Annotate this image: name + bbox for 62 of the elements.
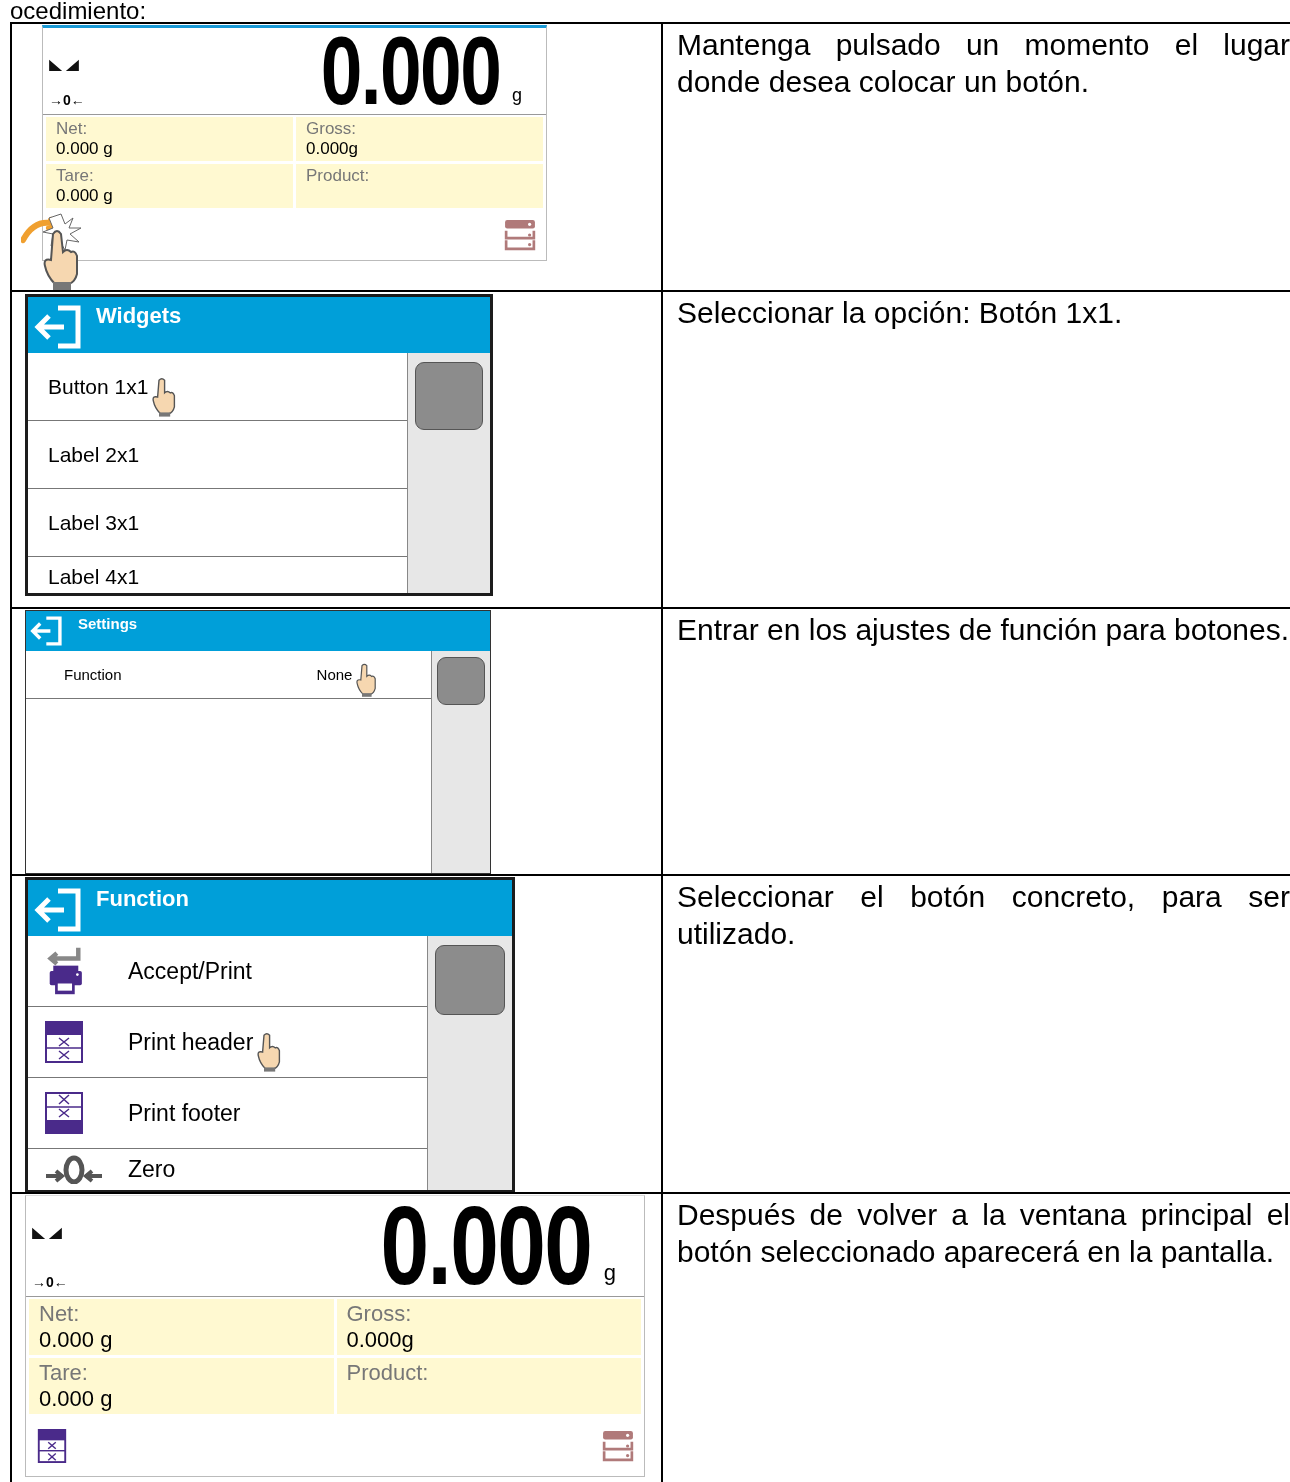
menu-item[interactable]: Zero bbox=[28, 1149, 427, 1189]
back-icon[interactable] bbox=[30, 616, 64, 646]
instruction-text: Seleccionar la opción: Botón 1x1. bbox=[677, 295, 1124, 331]
field-value: 0.000g bbox=[306, 139, 359, 159]
menu-item[interactable]: Label 4x1 bbox=[28, 557, 407, 593]
item-label: Label 3x1 bbox=[48, 510, 140, 535]
field-value: 0.000g bbox=[346, 1327, 415, 1353]
stability-icon bbox=[49, 58, 79, 71]
menu-item[interactable]: Accept/Print bbox=[28, 936, 427, 1007]
heading-fragment: ocedimiento: bbox=[9, 0, 148, 22]
menu-item[interactable]: Print header bbox=[28, 1007, 427, 1078]
back-icon[interactable] bbox=[34, 888, 84, 932]
weight-reading: 0.000 bbox=[320, 28, 500, 114]
storage-icon[interactable] bbox=[504, 218, 536, 252]
field-label: Product: bbox=[346, 1360, 430, 1386]
menu-title: Settings bbox=[78, 614, 138, 632]
weight-reading: 0.000 bbox=[380, 1196, 592, 1296]
scrollbar[interactable] bbox=[431, 651, 490, 873]
menu-item[interactable]: Function None bbox=[26, 651, 431, 699]
field-label: Gross: bbox=[306, 119, 358, 139]
field-label: Net: bbox=[56, 119, 89, 139]
field-value: 0.000 g bbox=[56, 186, 114, 206]
scroll-thumb[interactable] bbox=[435, 945, 505, 1015]
item-label: Print footer bbox=[128, 1099, 241, 1127]
scroll-thumb[interactable] bbox=[437, 657, 485, 705]
field-value: 0.000 g bbox=[39, 1386, 114, 1412]
field-value: 0.000 g bbox=[39, 1327, 114, 1353]
scrollbar[interactable] bbox=[407, 353, 490, 593]
menu-title: Function bbox=[96, 885, 189, 912]
item-label: Label 2x1 bbox=[48, 442, 140, 467]
field-label: Tare: bbox=[56, 166, 95, 186]
zero-icon bbox=[44, 1154, 104, 1184]
item-label: Button 1x1 bbox=[48, 374, 149, 399]
item-label: Accept/Print bbox=[128, 957, 252, 985]
storage-icon[interactable] bbox=[602, 1429, 634, 1463]
item-label: Label 4x1 bbox=[48, 565, 140, 589]
field-label: Gross: bbox=[346, 1301, 413, 1327]
printer-icon bbox=[44, 946, 84, 996]
scroll-thumb[interactable] bbox=[415, 362, 483, 430]
unit-label: g bbox=[511, 85, 523, 107]
instruction-text: Después de volver a la ventana principal el botón seleccionado aparecerá en la pantalla. bbox=[677, 1197, 1290, 1270]
menu-title: Widgets bbox=[96, 302, 182, 329]
item-label: Zero bbox=[128, 1155, 176, 1183]
zero-indicator: →0← bbox=[49, 92, 85, 108]
instruction-text: Entrar en los ajustes de función para botones. bbox=[677, 612, 1290, 648]
print-header-icon[interactable] bbox=[36, 1429, 68, 1463]
field-value: 0.000 g bbox=[56, 139, 114, 159]
item-label: Print header bbox=[128, 1028, 254, 1056]
unit-label: g bbox=[602, 1260, 617, 1287]
zero-indicator: →0← bbox=[32, 1274, 68, 1290]
back-icon[interactable] bbox=[34, 305, 84, 349]
instruction-text: Mantenga pulsado un momento el lugar donde desea colocar un botón. bbox=[677, 27, 1290, 100]
field-label: Product: bbox=[306, 166, 371, 186]
field-label: Tare: bbox=[39, 1360, 89, 1386]
instruction-text: Seleccionar el botón concreto, para ser utilizado. bbox=[677, 879, 1290, 952]
item-value: None bbox=[316, 666, 353, 683]
item-label: Function bbox=[64, 666, 122, 683]
field-label: Net: bbox=[39, 1301, 81, 1327]
stability-icon bbox=[32, 1226, 62, 1239]
scrollbar[interactable] bbox=[427, 936, 512, 1190]
menu-item[interactable]: Button 1x1 bbox=[28, 353, 407, 421]
menu-item[interactable]: Print footer bbox=[28, 1078, 427, 1149]
